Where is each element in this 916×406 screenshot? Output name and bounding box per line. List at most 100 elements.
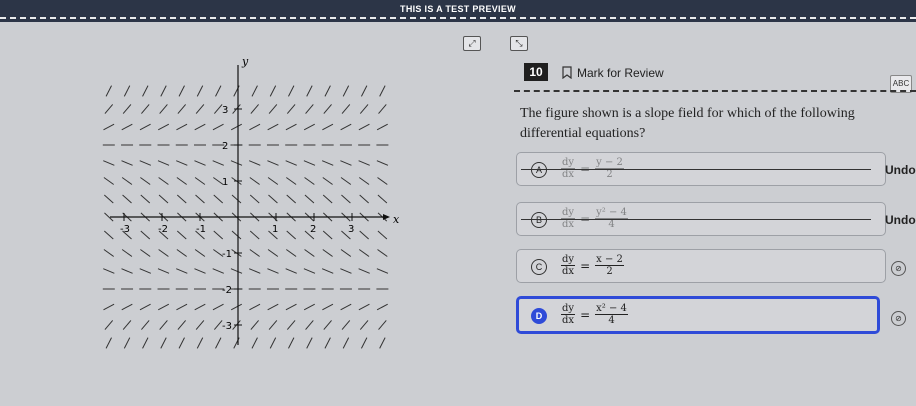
slope-segment — [139, 268, 152, 274]
slope-segment — [342, 337, 350, 349]
slope-segment — [157, 303, 170, 311]
slope-segment — [176, 160, 188, 166]
slope-segment — [322, 194, 333, 204]
slope-segment — [215, 85, 222, 97]
slope-segment — [249, 230, 260, 240]
slope-segment — [359, 320, 369, 330]
slope-segment — [140, 177, 151, 185]
slope-segment — [306, 85, 313, 97]
slope-segment — [377, 177, 388, 185]
slope-segment — [159, 320, 168, 330]
slope-segment — [248, 160, 261, 166]
slope-segment — [230, 268, 243, 274]
x-tick-label: 3 — [348, 224, 354, 235]
answer-option-c[interactable]: C dy dx = x − 22 — [516, 249, 886, 283]
slope-segment — [360, 337, 368, 349]
slope-segment — [251, 85, 258, 97]
question-number: 10 — [524, 63, 548, 81]
y-tick-label: -2 — [222, 285, 232, 296]
slope-segment — [213, 320, 223, 330]
slope-segment — [324, 337, 331, 349]
slope-segment — [269, 85, 277, 97]
slope-segment — [249, 123, 261, 131]
strikethrough-line — [521, 219, 871, 220]
slope-segment — [340, 123, 352, 131]
slope-segment — [358, 268, 370, 274]
x-axis-arrow — [383, 214, 390, 220]
slope-segment — [249, 249, 260, 257]
slope-segment — [122, 194, 132, 204]
answer-option-b[interactable]: B dy dx = y² − 44 — [516, 202, 886, 236]
slope-segment — [121, 249, 133, 257]
slope-segment — [379, 337, 386, 349]
slope-segment — [121, 160, 133, 166]
undo-button-a[interactable]: Undo — [885, 163, 916, 177]
slope-segment — [230, 160, 243, 166]
slope-segment — [212, 303, 224, 311]
slope-segment — [303, 123, 315, 131]
slope-segment — [105, 337, 112, 349]
eliminate-option-d-icon[interactable]: ⊘ — [891, 311, 906, 326]
slope-segment — [104, 104, 114, 114]
slope-segment — [195, 104, 205, 114]
slope-segment — [177, 104, 187, 114]
slope-segment — [340, 268, 352, 274]
slope-segment — [341, 320, 351, 330]
slope-segment — [250, 320, 259, 330]
slope-segment — [159, 104, 168, 114]
x-tick-label: -1 — [196, 224, 206, 235]
slope-segment — [103, 268, 115, 274]
y-tick-label: -1 — [222, 249, 232, 260]
slope-segment — [322, 303, 334, 311]
slope-segment — [157, 268, 170, 274]
slope-segment — [176, 123, 188, 131]
slope-segment — [323, 104, 332, 114]
slope-segment — [303, 303, 315, 311]
slope-segment — [139, 160, 152, 166]
slope-segment — [267, 160, 279, 166]
slope-segment — [160, 337, 167, 349]
expand-icon[interactable]: ⤢ — [463, 36, 481, 51]
slope-segment — [158, 177, 169, 185]
slope-segment — [376, 123, 388, 131]
slope-segment — [213, 230, 224, 240]
slope-segment — [359, 194, 369, 204]
slope-segment — [286, 104, 296, 114]
x-tick-label: 1 — [272, 224, 278, 235]
slope-segment — [376, 160, 389, 166]
slope-segment — [213, 104, 223, 114]
slope-segment — [194, 123, 206, 131]
option-letter: A — [531, 162, 547, 178]
slope-segment — [378, 104, 387, 114]
slope-segment — [286, 177, 297, 185]
collapse-icon[interactable]: ⤡ — [510, 36, 528, 51]
option-letter: D — [531, 308, 547, 324]
slope-segment — [122, 320, 132, 330]
slope-segment — [323, 320, 332, 330]
slope-segment — [121, 177, 133, 185]
slope-segment — [341, 104, 351, 114]
axis-ticks: -3 -2 -1 1 2 3 3 2 1 -1 -2 -3 — [120, 105, 354, 332]
mark-for-review-button[interactable]: Mark for Review — [577, 66, 664, 80]
slope-field-graph: x y -3 -2 -1 1 2 3 3 2 1 -1 -2 -3 — [102, 55, 400, 349]
slope-segment — [360, 85, 368, 97]
y-tick-label: -3 — [222, 321, 232, 332]
slope-segment — [267, 123, 279, 131]
answer-option-a[interactable]: A dy dx = y − 22 — [516, 152, 886, 186]
slope-segment — [377, 194, 388, 204]
slope-segment — [267, 249, 279, 257]
slope-segment — [140, 230, 151, 240]
slope-segment — [176, 230, 187, 240]
slope-segment — [231, 194, 242, 204]
slope-segment — [103, 194, 114, 204]
slope-segment — [340, 177, 352, 185]
header-divider — [514, 90, 916, 92]
slope-segment — [105, 85, 112, 97]
answer-option-d[interactable]: D dy dx = x² − 44 — [516, 296, 880, 334]
slope-segment — [157, 123, 170, 131]
slope-segment — [104, 320, 114, 330]
bookmark-icon[interactable] — [562, 66, 572, 79]
undo-button-b[interactable]: Undo — [885, 213, 916, 227]
y-tick-label: 1 — [222, 177, 228, 188]
eliminate-option-c-icon[interactable]: ⊘ — [891, 261, 906, 276]
